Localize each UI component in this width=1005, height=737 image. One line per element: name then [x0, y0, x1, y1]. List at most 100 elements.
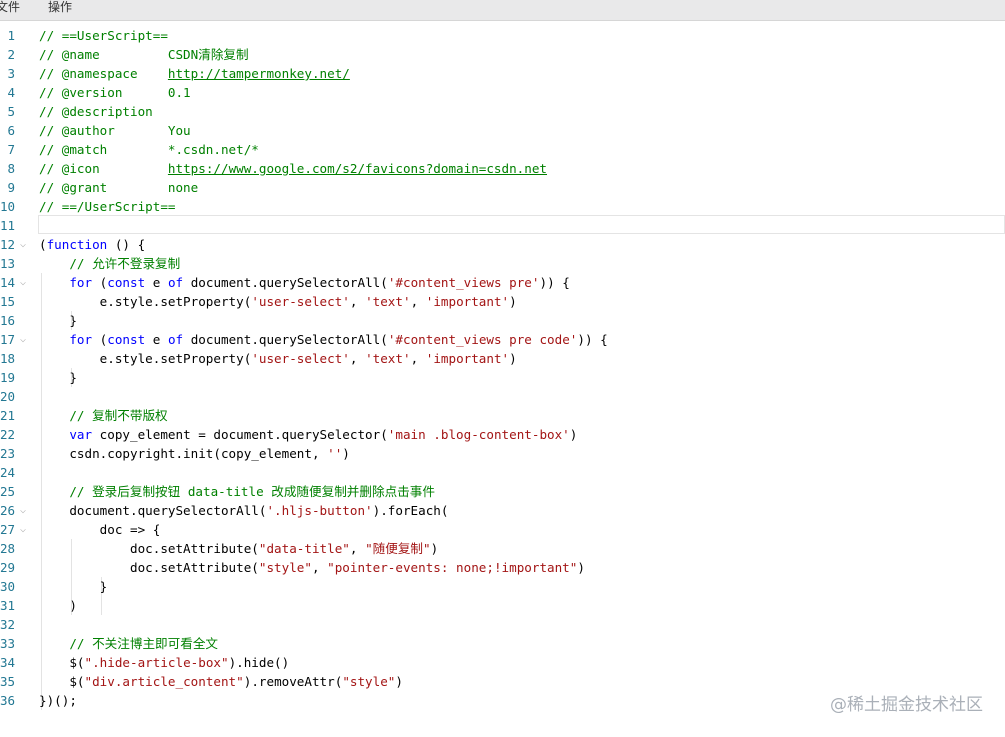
code-line[interactable]: 16 }	[0, 311, 1005, 330]
code-token: "data-title"	[258, 541, 350, 556]
line-number: 16	[0, 313, 15, 328]
line-number: 31	[0, 598, 15, 613]
code-text: // @version 0.1	[39, 83, 191, 102]
code-token: var	[69, 427, 93, 442]
menu-bar: 文件 操作	[0, 0, 1005, 21]
code-token: copy_element = document.querySelector(	[92, 427, 388, 442]
code-line[interactable]: 32	[0, 615, 1005, 634]
code-line[interactable]: 34 $(".hide-article-box").hide()	[0, 653, 1005, 672]
fold-chevron-icon[interactable]: ⌵	[20, 273, 26, 292]
code-token: ,	[311, 560, 328, 575]
code-line[interactable]: 13 // 允许不登录复制	[0, 254, 1005, 273]
code-token: ,	[349, 541, 366, 556]
code-token: csdn.copyright.init(copy_element,	[39, 446, 328, 461]
code-line[interactable]: 26 ⌵ document.querySelectorAll('.hljs-but…	[0, 501, 1005, 520]
code-token: )	[577, 560, 585, 575]
code-token: // 允许不登录复制	[69, 256, 181, 271]
code-token: }	[39, 579, 108, 594]
code-line[interactable]: 7 // @match *.csdn.net/*	[0, 140, 1005, 159]
code-line[interactable]: 4 // @version 0.1	[0, 83, 1005, 102]
code-line[interactable]: 5 // @description	[0, 102, 1005, 121]
code-token: // @namespace	[39, 66, 168, 81]
code-line[interactable]: 10 // ==/UserScript==	[0, 197, 1005, 216]
code-token: document.querySelectorAll(	[39, 503, 267, 518]
line-number: 13	[0, 256, 15, 271]
code-token: (	[92, 275, 108, 290]
code-editor[interactable]: 1 // ==UserScript== 2 // @name CSDN清除复制 3 // …	[0, 26, 1005, 716]
current-line-highlight	[38, 215, 1005, 234]
code-line[interactable]: 20	[0, 387, 1005, 406]
code-token: for	[69, 275, 93, 290]
code-line[interactable]: 14 ⌵ for (const e of document.querySelect…	[0, 273, 1005, 292]
code-token: document.querySelectorAll(	[183, 275, 388, 290]
fold-chevron-icon[interactable]: ⌵	[20, 501, 26, 520]
code-token: ).hide()	[228, 655, 290, 670]
code-token: // @match *.csdn.net/*	[39, 142, 259, 157]
code-line[interactable]: 11	[0, 215, 1005, 235]
code-token: document.querySelectorAll(	[183, 332, 388, 347]
code-token: )	[430, 541, 439, 556]
fold-chevron-icon[interactable]: ⌵	[20, 330, 26, 349]
code-line[interactable]: 6 // @author You	[0, 121, 1005, 140]
code-token: )	[509, 351, 517, 366]
line-number: 8	[7, 161, 15, 176]
line-number: 29	[0, 560, 15, 575]
code-text: e.style.setProperty('user-select', 'text…	[39, 292, 517, 311]
code-token: e	[145, 332, 168, 347]
code-text: )	[39, 596, 77, 615]
code-token: of	[167, 332, 184, 347]
code-line[interactable]: 23 csdn.copyright.init(copy_element, '')	[0, 444, 1005, 463]
menu-file[interactable]: 文件	[0, 0, 20, 20]
code-token: 'user-select'	[251, 351, 350, 366]
code-line[interactable]: 18 e.style.setProperty('user-select', 't…	[0, 349, 1005, 368]
code-line[interactable]: 2 // @name CSDN清除复制	[0, 45, 1005, 64]
code-line[interactable]: 15 e.style.setProperty('user-select', 't…	[0, 292, 1005, 311]
code-line[interactable]: 29 doc.setAttribute("style", "pointer-ev…	[0, 558, 1005, 577]
code-token: "pointer-events: none;!important"	[327, 560, 578, 575]
code-token: ,	[349, 351, 366, 366]
code-line[interactable]: 33 // 不关注博主即可看全文	[0, 634, 1005, 653]
code-line[interactable]: 19 }	[0, 368, 1005, 387]
code-line[interactable]: 22 var copy_element = document.querySele…	[0, 425, 1005, 444]
line-number: 4	[7, 85, 15, 100]
line-number: 1	[7, 28, 15, 43]
code-line[interactable]: 21 // 复制不带版权	[0, 406, 1005, 425]
line-number: 26	[0, 503, 15, 518]
code-line[interactable]: 31 )	[0, 596, 1005, 615]
code-line[interactable]: 9 // @grant none	[0, 178, 1005, 197]
line-number: 36	[0, 693, 15, 708]
code-line[interactable]: 25 // 登录后复制按钮 data-title 改成随便复制并删除点击事件	[0, 482, 1005, 501]
code-token: // @description	[39, 104, 153, 119]
code-token: https://www.google.com/s2/favicons?domai…	[167, 161, 548, 176]
code-line[interactable]: 17 ⌵ for (const e of document.querySelect…	[0, 330, 1005, 349]
fold-chevron-icon[interactable]: ⌵	[20, 235, 26, 254]
code-token: for	[69, 332, 93, 347]
code-line[interactable]: 8 // @icon https://www.google.com/s2/favi…	[0, 159, 1005, 178]
code-line[interactable]: 35 $("div.article_content").removeAttr("…	[0, 672, 1005, 691]
code-line[interactable]: 30 }	[0, 577, 1005, 596]
code-text: // 允许不登录复制	[39, 254, 180, 273]
code-line[interactable]: 27 ⌵ doc => {	[0, 520, 1005, 539]
code-line[interactable]: 12 ⌵ (function () {	[0, 235, 1005, 254]
code-token: )	[509, 294, 517, 309]
fold-chevron-icon[interactable]: ⌵	[20, 520, 26, 539]
code-token: doc => {	[39, 522, 161, 537]
menu-operate[interactable]: 操作	[48, 0, 72, 20]
code-token: doc.setAttribute(	[39, 560, 259, 575]
line-number: 3	[7, 66, 15, 81]
code-token: 'user-select'	[251, 294, 350, 309]
code-token: ".hide-article-box"	[84, 655, 229, 670]
code-token: ,	[410, 294, 426, 309]
code-line[interactable]: 24	[0, 463, 1005, 482]
code-text: var copy_element = document.querySelecto…	[39, 425, 577, 444]
code-line[interactable]: 3 // @namespace http://tampermonkey.net/	[0, 64, 1005, 83]
code-line[interactable]: 1 // ==UserScript==	[0, 26, 1005, 45]
code-token: // @grant none	[39, 180, 199, 195]
code-line[interactable]: 28 doc.setAttribute("data-title", "随便复制"…	[0, 539, 1005, 558]
line-number: 6	[7, 123, 15, 138]
code-token: // 登录后复制按钮 data-title 改成随便复制并删除点击事件	[69, 484, 435, 499]
line-number: 10	[0, 199, 15, 214]
code-token: of	[167, 275, 184, 290]
